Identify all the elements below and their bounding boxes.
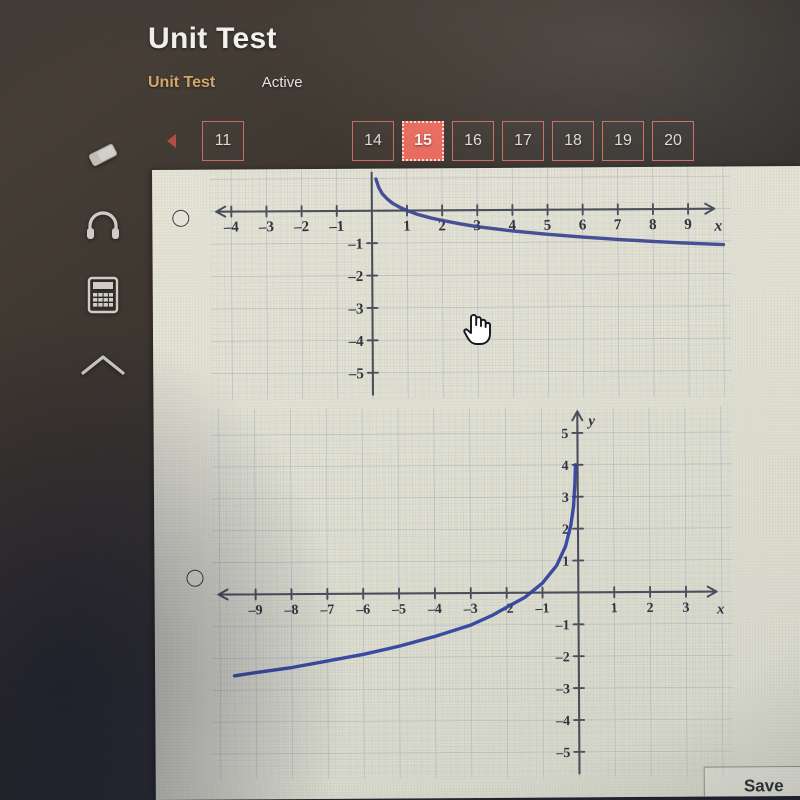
screen-photo: Unit Test Unit Test Active 11 14 15 16 1… xyxy=(0,0,800,800)
radio-choice-a[interactable] xyxy=(172,209,190,227)
pager-prev-button[interactable] xyxy=(150,121,192,161)
question-pager: 11 14 15 16 17 18 19 20 xyxy=(150,118,702,164)
breadcrumb-unit-test[interactable]: Unit Test xyxy=(148,74,215,92)
svg-text:–6: –6 xyxy=(355,602,371,618)
tool-sidebar xyxy=(72,126,140,406)
calculator-icon xyxy=(85,275,121,320)
svg-text:–3: –3 xyxy=(462,602,478,618)
svg-text:–2: –2 xyxy=(293,219,310,236)
status-badge: Active xyxy=(261,74,303,91)
svg-text:–4: –4 xyxy=(348,334,365,350)
svg-text:–3: –3 xyxy=(347,301,363,317)
svg-text:5: 5 xyxy=(561,427,568,442)
pager-item-14[interactable]: 14 xyxy=(352,121,394,161)
pager-item-18[interactable]: 18 xyxy=(552,121,594,161)
svg-text:4: 4 xyxy=(562,459,569,474)
save-button[interactable]: Save xyxy=(703,765,800,800)
graph-a-svg: –4 –3 –2 –1 1 2 3 4 5 6 7 8 9–1–2–3–4–5x xyxy=(209,166,732,400)
eraser-icon xyxy=(83,139,123,176)
pointing-hand-icon xyxy=(462,314,492,350)
pager-item-15-selected[interactable]: 15 xyxy=(402,121,444,161)
svg-text:–3: –3 xyxy=(555,682,570,697)
svg-text:–5: –5 xyxy=(391,602,407,618)
pager-item-16[interactable]: 16 xyxy=(452,121,494,161)
svg-text:9: 9 xyxy=(684,217,692,233)
svg-text:–5: –5 xyxy=(555,746,570,761)
svg-text:3: 3 xyxy=(682,601,690,616)
collapse-up-icon xyxy=(80,351,126,384)
pager-item-19[interactable]: 19 xyxy=(602,121,644,161)
svg-text:–8: –8 xyxy=(283,603,299,619)
svg-text:–4: –4 xyxy=(555,714,570,729)
tool-read-aloud[interactable] xyxy=(72,196,134,258)
svg-text:x: x xyxy=(713,218,722,235)
svg-text:–1: –1 xyxy=(555,618,570,633)
answer-choice-b-graph[interactable]: –9 –8 –7 –6 –5 –4 –3 –2 –1 1 2 3 5 4 3 2 1 –1 –2 –3 –4 –5 x y xyxy=(211,406,734,784)
svg-text:–3: –3 xyxy=(258,219,275,236)
svg-text:–9: –9 xyxy=(247,603,263,619)
svg-text:8: 8 xyxy=(649,217,657,233)
svg-text:5: 5 xyxy=(543,218,551,234)
svg-text:–1: –1 xyxy=(534,601,550,617)
svg-text:x: x xyxy=(716,602,725,618)
tool-eraser[interactable] xyxy=(72,126,134,188)
svg-text:–1: –1 xyxy=(328,219,345,236)
pager-item-20[interactable]: 20 xyxy=(652,121,694,161)
tool-collapse[interactable] xyxy=(72,336,134,398)
question-content-area: –4 –3 –2 –1 1 2 3 4 5 6 7 8 9 –1 –2 –3 –4 –5 x –9 –8 –7 –6 –5 –… xyxy=(152,166,800,800)
page-header: Unit Test Unit Test Active xyxy=(0,0,800,112)
chevron-left-icon xyxy=(166,134,176,148)
svg-text:3: 3 xyxy=(562,491,569,506)
svg-text:–4: –4 xyxy=(427,602,443,618)
svg-text:6: 6 xyxy=(579,217,588,233)
svg-text:–5: –5 xyxy=(348,366,364,382)
page-title: Unit Test xyxy=(148,22,277,55)
radio-choice-b[interactable] xyxy=(186,569,204,587)
svg-text:y: y xyxy=(586,413,595,429)
svg-text:–4: –4 xyxy=(222,219,239,236)
svg-text:1: 1 xyxy=(403,218,411,234)
graph-b-svg: –9 –8 –7 –6 –5 –4 –3 –2 –1 1 2 354321–1–2–3–4–5xy xyxy=(211,406,734,780)
svg-text:7: 7 xyxy=(614,217,623,233)
pager-item-11[interactable]: 11 xyxy=(202,121,244,161)
svg-text:–2: –2 xyxy=(555,650,570,665)
svg-text:–2: –2 xyxy=(347,269,363,285)
breadcrumb: Unit Test Active xyxy=(148,74,303,92)
headphones-icon xyxy=(83,208,123,247)
svg-text:–7: –7 xyxy=(319,603,335,619)
svg-text:2: 2 xyxy=(646,601,654,616)
pager-item-17[interactable]: 17 xyxy=(502,121,544,161)
answer-choice-a-graph[interactable]: –4 –3 –2 –1 1 2 3 4 5 6 7 8 9 –1 –2 –3 –4 –5 x xyxy=(209,166,732,404)
svg-text:–1: –1 xyxy=(347,237,363,253)
svg-text:1: 1 xyxy=(610,601,618,616)
svg-text:1: 1 xyxy=(562,555,569,570)
save-button-label: Save xyxy=(743,776,784,796)
tool-calculator[interactable] xyxy=(72,266,134,328)
mouse-cursor xyxy=(462,308,492,351)
